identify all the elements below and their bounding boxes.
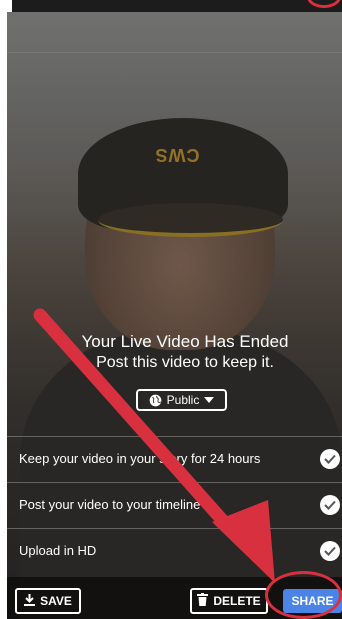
option-post-to-timeline[interactable]: Post your video to your timeline — [7, 482, 342, 526]
privacy-label: Public — [166, 393, 200, 407]
save-label: SAVE — [40, 594, 72, 608]
download-icon — [24, 593, 36, 609]
ended-title: Your Live Video Has Ended — [81, 332, 289, 351]
privacy-selector[interactable]: Public — [136, 389, 227, 411]
annotation-circle-share — [265, 571, 342, 619]
option-keep-in-story[interactable]: Keep your video in your story for 24 hou… — [7, 436, 342, 480]
checkmark-icon[interactable] — [320, 540, 340, 561]
trash-icon — [197, 593, 209, 609]
checkmark-icon[interactable] — [320, 494, 340, 515]
option-label: Keep your video in your story for 24 hou… — [19, 451, 261, 466]
delete-button[interactable]: DELETE — [190, 588, 268, 614]
caret-down-icon — [204, 397, 215, 403]
live-video-ended-screen: CWS Your Live Video Has Ended Post this … — [0, 0, 342, 619]
top-status-bar — [12, 0, 342, 12]
globe-icon — [149, 394, 162, 407]
option-upload-hd[interactable]: Upload in HD — [7, 528, 342, 572]
option-label: Post your video to your timeline — [19, 497, 201, 512]
save-button[interactable]: SAVE — [15, 588, 81, 614]
delete-label: DELETE — [213, 594, 261, 608]
ended-subtitle: Post this video to keep it. — [96, 354, 274, 371]
option-label: Upload in HD — [19, 543, 97, 558]
checkmark-icon[interactable] — [320, 448, 340, 469]
